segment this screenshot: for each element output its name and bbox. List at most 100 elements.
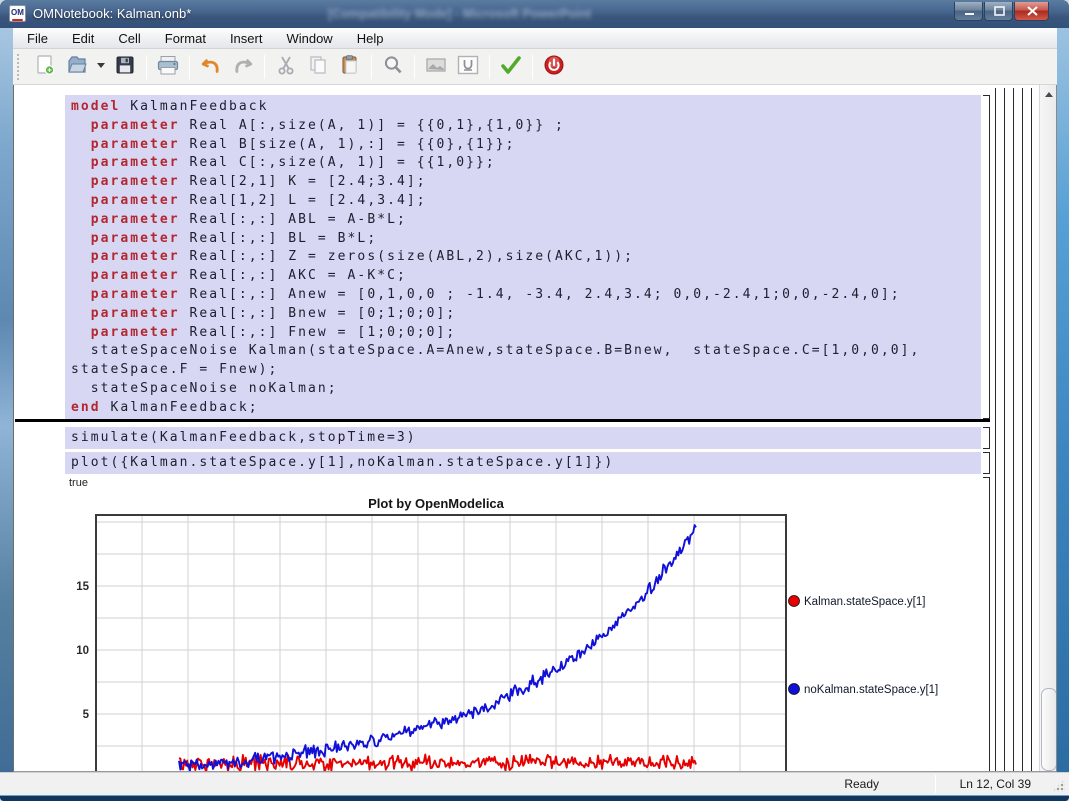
print-icon [155,53,181,80]
window-controls [953,2,1049,21]
toolbar-separator [189,55,190,79]
new-document-button[interactable] [30,53,60,81]
new-document-icon [33,53,57,80]
close-button[interactable] [1014,2,1049,21]
toolbar [13,49,1057,85]
paste-button[interactable] [335,53,365,81]
legend-label: Kalman.stateSpace.y[1] [804,596,925,608]
model-cell-bracket[interactable] [983,95,990,419]
cell-group-bracket[interactable] [995,88,996,772]
app-icon: OM [9,5,26,22]
window-border-bottom [0,795,1069,801]
resize-grip[interactable] [1052,779,1065,792]
search-icon [381,53,405,80]
cut-icon [274,53,298,80]
menu-item-insert[interactable]: Insert [220,29,273,48]
vertical-scrollbar[interactable] [1039,85,1057,772]
cell-group-bracket[interactable] [1013,88,1014,772]
legend-marker-icon [789,596,800,607]
plot-legend: Kalman.stateSpace.y[1] noKalman.stateSpac… [789,596,939,697]
menubar: FileEditCell FormatInsertWindow Help [13,28,1057,49]
undo-icon [198,53,224,80]
menu-item-help[interactable]: Help [347,29,394,48]
code-line: parameter Real[:,:] Fnew = [1;0;0;0]; [71,324,981,343]
underline-button[interactable] [453,53,483,81]
toolbar-separator [264,55,265,79]
code-line: parameter Real[:,:] Z = zeros(size(ABL,2… [71,248,981,267]
code-line: parameter Real A[:,size(A, 1)] = {{0,1},… [71,117,981,136]
code-line: parameter Real[:,:] AKC = A-K*C; [71,267,981,286]
menu-item-window[interactable]: Window [276,29,342,48]
copy-button[interactable] [303,53,333,81]
legend-item: Kalman.stateSpace.y[1] [789,596,926,609]
save-icon [113,53,137,80]
code-line: parameter Real[:,:] Bnew = [0;1;0;0]; [71,305,981,324]
plot-cell-bracket[interactable] [983,452,990,474]
open-dropdown-icon [95,53,107,80]
legend-marker-icon [789,684,800,695]
open-folder-icon [65,53,89,80]
cell-cursor-line[interactable] [15,419,990,422]
cell-group-bracket[interactable] [1004,88,1005,772]
cell-group-bracket[interactable] [1022,88,1023,772]
code-line: parameter Real C[:,size(A, 1)] = {{1,0}}… [71,154,981,173]
image-button[interactable] [421,53,451,81]
plot-code-cell[interactable]: plot({Kalman.stateSpace.y[1],noKalman.st… [65,452,981,474]
legend-item: noKalman.stateSpace.y[1] [789,684,939,697]
menu-item-file[interactable]: File [17,29,58,48]
plot-title: Plot by OpenModelica [368,496,505,511]
cut-button[interactable] [271,53,301,81]
maximize-button[interactable] [984,2,1013,21]
stop-power-button[interactable] [539,53,569,81]
menu-item-format[interactable]: Format [155,29,216,48]
scrollbar-thumb[interactable] [1041,688,1057,771]
search-button[interactable] [378,53,408,81]
menu-item-cell[interactable]: Cell [108,29,150,48]
simulate-cell-bracket[interactable] [983,427,990,449]
simulate-code-cell[interactable]: simulate(KalmanFeedback,stopTime=3) [65,427,981,449]
window-border-right [1057,28,1069,795]
toolbar-grip-handle[interactable] [17,54,23,80]
code-line: parameter Real[:,:] Anew = [0,1,0,0 ; -1… [71,286,981,305]
scroll-up-arrow-icon[interactable] [1040,87,1057,101]
toolbar-separator [489,55,490,79]
copy-icon [306,53,330,80]
status-cursor-position: Ln 12, Col 39 [960,777,1031,791]
validate-check-icon [497,53,525,80]
output-cell-bracket[interactable] [983,477,990,772]
code-line: parameter Real B[size(A, 1),:] = {{0},{1… [71,136,981,155]
code-line: parameter Real[2,1] K = [2.4;3.4]; [71,173,981,192]
toolbar-separator [414,55,415,79]
series-curve-1 [179,525,696,771]
redo-button[interactable] [228,53,258,81]
code-line: stateSpace.F = Fnew); [71,361,981,380]
plot-canvas: 51015 Plot by OpenModelica Kalman.stateS… [61,495,981,772]
plot-curves [179,525,696,772]
window-border-left [0,28,13,795]
omnotebook-window: OM OMNotebook: Kalman.onb* [Compatibilit… [0,0,1069,801]
code-line: parameter Real[:,:] ABL = A-B*L; [71,211,981,230]
save-button[interactable] [110,53,140,81]
svg-text:10: 10 [76,645,89,657]
minimize-button[interactable] [954,2,983,21]
menu-item-edit[interactable]: Edit [62,29,104,48]
code-line: parameter Real[1,2] L = [2.4,3.4]; [71,192,981,211]
validate-check-button[interactable] [496,53,526,81]
open-folder-button[interactable] [62,53,92,81]
code-line: model KalmanFeedback [71,98,981,117]
open-dropdown-button[interactable] [94,53,108,81]
background-window-title: [Compatibility Mode] - Microsoft PowerPo… [328,7,778,21]
window-title: OMNotebook: Kalman.onb* [33,6,191,21]
legend-label: noKalman.stateSpace.y[1] [804,684,938,696]
image-icon [423,53,449,80]
cell-group-bracket[interactable] [1031,88,1032,772]
code-line: parameter Real[:,:] BL = B*L; [71,230,981,249]
code-line: stateSpaceNoise noKalman; [71,380,981,399]
status-ready: Ready [844,777,879,791]
code-line: stateSpaceNoise Kalman(stateSpace.A=Anew… [71,342,981,361]
print-button[interactable] [153,53,183,81]
model-code-cell[interactable]: model KalmanFeedback parameter Real A[:,… [65,95,981,419]
undo-button[interactable] [196,53,226,81]
paste-icon [338,53,362,80]
titlebar[interactable]: OM OMNotebook: Kalman.onb* [Compatibilit… [0,0,1069,28]
